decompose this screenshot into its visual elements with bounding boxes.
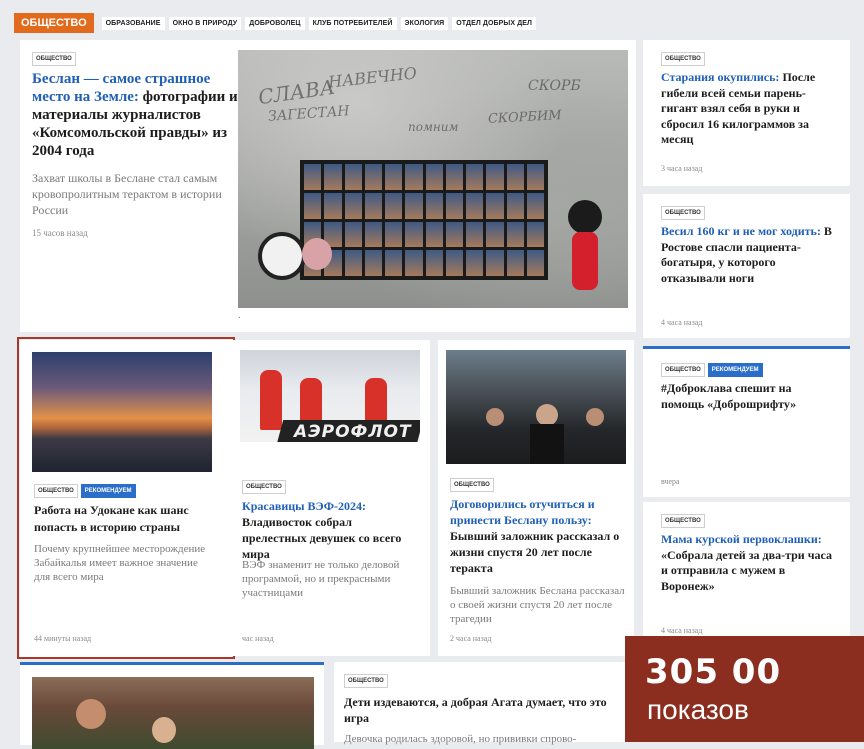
right-article-time-1: 3 часа назад xyxy=(661,164,703,173)
right-article-time-3: вчера xyxy=(661,477,680,486)
right-article-card-4[interactable]: ОБЩЕСТВО Мама курской первоклашки: «Собр… xyxy=(643,502,850,642)
right-article-time-2: 4 часа назад xyxy=(661,318,703,327)
tag-society[interactable]: ОБЩЕСТВО xyxy=(32,52,76,66)
subnav-item-volunteer[interactable]: ДОБРОВОЛЕЦ xyxy=(245,16,305,30)
right-article-title-1[interactable]: Старания окупились: После гибели всей се… xyxy=(661,70,833,148)
beslan-memorial-image[interactable]: СЛАВА НАВЕЧНО ЗАГЕСТАН помним СКОРБИМ СК… xyxy=(238,50,628,308)
tag-society[interactable]: ОБЩЕСТВО xyxy=(661,206,705,220)
subnav: ОБРАЗОВАНИЕ ОКНО В ПРИРОДУ ДОБРОВОЛЕЦ КЛ… xyxy=(101,16,537,30)
father-child-image[interactable] xyxy=(32,677,314,749)
middle-article-title-2[interactable]: Красавицы ВЭФ-2024: Владивосток собрал п… xyxy=(242,498,418,562)
right-article-card-3[interactable]: ОБЩЕСТВО РЕКОМЕНДУЕМ #Доброклава спешит … xyxy=(643,346,850,497)
subnav-item-ecology[interactable]: ЭКОЛОГИЯ xyxy=(400,16,449,30)
tag-society[interactable]: ОБЩЕСТВО xyxy=(450,478,494,492)
subnav-item-good-deeds[interactable]: ОТДЕЛ ДОБРЫХ ДЕЛ xyxy=(452,16,537,30)
middle-article-card-3[interactable]: ОБЩЕСТВО Договорились отучиться и принес… xyxy=(438,340,634,656)
tag-society[interactable]: ОБЩЕСТВО xyxy=(242,480,286,494)
tag-society[interactable]: ОБЩЕСТВО xyxy=(661,363,705,377)
subnav-item-consumers[interactable]: КЛУБ ПОТРЕБИТЕЛЕЙ xyxy=(308,16,397,30)
tag-society[interactable]: ОБЩЕСТВО xyxy=(661,514,705,528)
tag-society[interactable]: ОБЩЕСТВО xyxy=(344,674,388,688)
subnav-item-nature[interactable]: ОКНО В ПРИРОДУ xyxy=(168,16,242,30)
middle-article-time-2: час назад xyxy=(242,634,274,643)
main-article-time: 15 часов назад xyxy=(32,228,88,238)
section-badge[interactable]: ОБЩЕСТВО xyxy=(14,13,94,33)
promo-views-number: 305 00 xyxy=(645,652,782,692)
middle-article-lead-3: Бывший заложник Беслана рассказал о свое… xyxy=(450,585,625,625)
highlight-frame xyxy=(17,337,235,659)
section-nav: ОБЩЕСТВО ОБРАЗОВАНИЕ ОКНО В ПРИРОДУ ДОБР… xyxy=(14,12,537,34)
promo-views-label: показов xyxy=(647,694,749,725)
right-article-title-4[interactable]: Мама курской первоклашки: «Собрала детей… xyxy=(661,532,833,594)
subnav-item-education[interactable]: ОБРАЗОВАНИЕ xyxy=(101,16,165,30)
right-article-card-2[interactable]: ОБЩЕСТВО Весил 160 кг и не мог ходить: В… xyxy=(643,194,850,338)
aeroflot-logo-text: АЭРОФЛОТ xyxy=(294,422,412,442)
right-article-title-3[interactable]: #Доброклава спешит на помощь «Доброшрифт… xyxy=(661,381,833,412)
main-article-card[interactable]: ОБЩЕСТВО Беслан — самое страшное место н… xyxy=(20,40,636,332)
right-article-card-1[interactable]: ОБЩЕСТВО Старания окупились: После гибел… xyxy=(643,40,850,186)
middle-article-title-3[interactable]: Договорились отучиться и принести Беслан… xyxy=(450,496,628,576)
bottom-article-title[interactable]: Дети издеваются, а добрая Агата думает, … xyxy=(344,694,622,726)
aeroflot-stewardesses-image[interactable]: АЭРОФЛОТ xyxy=(240,350,420,442)
beslan-mourning-crowd-image[interactable] xyxy=(446,350,626,464)
bottom-article-card[interactable]: ОБЩЕСТВО Дети издеваются, а добрая Агата… xyxy=(334,662,626,745)
bottom-article-lead: Девочка родилась здоровой, но прививки с… xyxy=(344,733,577,745)
bottom-article-card-image[interactable] xyxy=(20,662,324,749)
middle-article-time-3: 2 часа назад xyxy=(450,634,492,643)
middle-article-card-2[interactable]: АЭРОФЛОТ ОБЩЕСТВО Красавицы ВЭФ-2024: Вл… xyxy=(230,340,430,656)
image-caption: . xyxy=(238,310,241,321)
middle-article-lead-2: ВЭФ знаменит не только деловой программо… xyxy=(242,559,400,599)
right-article-time-4: 4 часа назад xyxy=(661,626,703,635)
promo-stats-banner: 305 00 показов xyxy=(625,636,864,742)
main-article-title[interactable]: Беслан — самое страшное место на Земле: … xyxy=(32,70,238,160)
main-article-lead: Захват школы в Беслане стал самым кровоп… xyxy=(32,171,222,217)
victims-photo-board xyxy=(300,160,548,280)
tag-society[interactable]: ОБЩЕСТВО xyxy=(661,52,705,66)
right-article-title-2[interactable]: Весил 160 кг и не мог ходить: В Ростове … xyxy=(661,224,833,286)
tag-recommended[interactable]: РЕКОМЕНДУЕМ xyxy=(707,363,763,377)
